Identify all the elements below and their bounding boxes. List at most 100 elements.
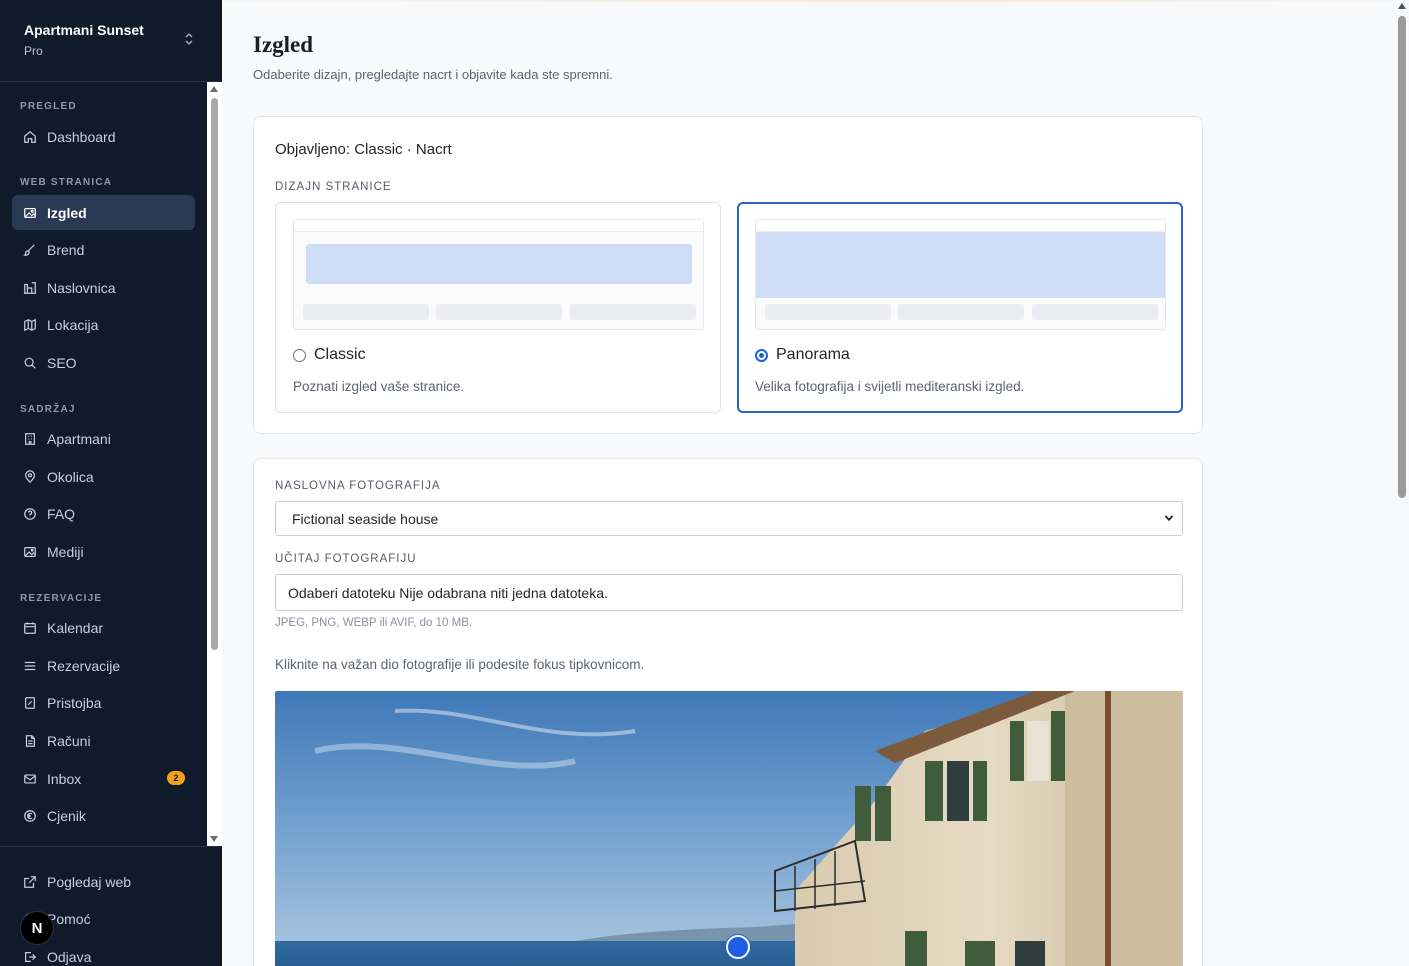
- preview-block: [570, 304, 696, 320]
- sidebar-item-label: Mediji: [47, 543, 84, 560]
- select-value: Fictional seaside house: [292, 511, 439, 527]
- home-icon: [22, 129, 37, 144]
- preview-block: [898, 304, 1024, 320]
- inbox-count-badge: 2: [167, 771, 185, 785]
- classic-radio-row[interactable]: Classic: [293, 346, 366, 364]
- page-scroll-thumb[interactable]: [1398, 16, 1406, 498]
- brand-name: Apartmani Sunset: [24, 22, 144, 38]
- sidebar-item-naslovnica[interactable]: Naslovnica: [12, 270, 195, 305]
- chevron-up-down-icon: [185, 33, 193, 45]
- help-circle-icon: [22, 506, 37, 521]
- sidebar-item-lokacija[interactable]: Lokacija: [12, 307, 195, 342]
- receipt-icon: [22, 695, 37, 710]
- design-label: DIZAJN STRANICE: [275, 181, 392, 193]
- sidebar-item-label: Naslovnica: [47, 279, 116, 296]
- preview-block: [303, 304, 429, 320]
- option-name: Panorama: [776, 346, 850, 363]
- sidebar-item-label: Brend: [47, 241, 85, 258]
- main-content: Izgled Odaberite dizajn, pregledajte nac…: [222, 0, 1395, 966]
- sidebar-item-label: Računi: [47, 732, 91, 749]
- section-title-overview: PREGLED: [20, 101, 77, 112]
- page-title: Izgled: [253, 32, 314, 57]
- sidebar-item-label: Apartmani: [47, 430, 111, 447]
- workspace-switcher[interactable]: Apartmani Sunset Pro: [0, 0, 222, 82]
- sidebar-item-pristojba[interactable]: Pristojba: [12, 685, 195, 720]
- classic-radio[interactable]: [293, 348, 306, 362]
- sidebar-item-inbox[interactable]: Inbox 2: [12, 761, 195, 796]
- option-description: Poznati izgled vaše stranice.: [293, 379, 465, 394]
- chevron-down-icon: [1164, 515, 1174, 522]
- sidebar-item-seo[interactable]: SEO: [12, 345, 195, 380]
- scroll-down-arrow-icon[interactable]: [210, 836, 218, 842]
- preview-block: [1032, 304, 1158, 320]
- sidebar-item-dashboard[interactable]: Dashboard: [12, 119, 195, 154]
- status-prefix: Objavljeno:: [275, 141, 351, 158]
- panorama-radio[interactable]: [755, 348, 768, 362]
- sidebar-footer: Pogledaj web Pomoć Odjava: [0, 846, 222, 966]
- sidebar-item-apartmani[interactable]: Apartmani: [12, 421, 195, 456]
- logout-icon: [22, 949, 37, 964]
- panorama-preview: [755, 219, 1166, 330]
- cover-photo-focus-picker[interactable]: [275, 691, 1183, 966]
- scroll-up-arrow-icon[interactable]: [210, 86, 218, 92]
- sidebar-item-izgled[interactable]: Izgled: [12, 195, 195, 230]
- section-title-reservations: REZERVACIJE: [20, 593, 103, 604]
- publish-status: Objavljeno: Classic · Nacrt: [275, 141, 452, 158]
- sidebar-item-kalendar[interactable]: Kalendar: [12, 610, 195, 645]
- option-description: Velika fotografija i svijetli mediterans…: [755, 379, 1025, 394]
- sidebar-item-label: Cjenik: [47, 807, 86, 824]
- sidebar-item-okolica[interactable]: Okolica: [12, 459, 195, 494]
- preview-block: [436, 304, 562, 320]
- sidebar-nav: PREGLED Dashboard WEB STRANICA Izgled Br…: [0, 82, 207, 846]
- building-icon: [22, 431, 37, 446]
- sidebar-scroll-thumb[interactable]: [211, 98, 218, 650]
- external-link-icon: [22, 874, 37, 889]
- sidebar-item-label: Inbox: [47, 770, 82, 787]
- sidebar-item-racuni[interactable]: Računi: [12, 723, 195, 758]
- calendar-icon: [22, 620, 37, 635]
- section-title-content: SADRŽAJ: [20, 404, 76, 415]
- view-website-link[interactable]: Pogledaj web: [12, 864, 195, 899]
- map-icon: [22, 317, 37, 332]
- list-icon: [22, 658, 37, 673]
- sidebar-item-brend[interactable]: Brend: [12, 232, 195, 267]
- currency-icon: [22, 808, 37, 823]
- file-icon: [22, 733, 37, 748]
- page-scrollbar[interactable]: [1395, 0, 1409, 966]
- sidebar-item-label: Okolica: [47, 468, 94, 485]
- avatar[interactable]: N: [20, 911, 54, 945]
- preview-block: [765, 304, 891, 320]
- preview-hero: [756, 232, 1165, 298]
- preview-header: [756, 220, 1165, 232]
- cover-photo-select[interactable]: Fictional seaside house: [275, 501, 1183, 536]
- sidebar: Apartmani Sunset Pro PREGLED Dashboard W…: [0, 0, 222, 966]
- sidebar-item-faq[interactable]: FAQ: [12, 496, 195, 531]
- sidebar-item-mediji[interactable]: Mediji: [12, 534, 195, 569]
- sidebar-item-label: Pogledaj web: [47, 873, 132, 890]
- file-upload-input[interactable]: Odaberi datoteku Nije odabrana niti jedn…: [275, 574, 1183, 611]
- page-subtitle: Odaberite dizajn, pregledajte nacrt i ob…: [253, 67, 613, 82]
- sidebar-item-label: SEO: [47, 354, 77, 371]
- sidebar-item-label: Kalendar: [47, 619, 104, 636]
- design-card: Objavljeno: Classic · Nacrt DIZAJN STRAN…: [253, 116, 1203, 434]
- image-icon: [22, 544, 37, 559]
- scroll-up-arrow-icon[interactable]: [1398, 3, 1406, 9]
- status-value: Classic · Nacrt: [354, 141, 452, 158]
- search-icon: [22, 355, 37, 370]
- focus-instruction: Kliknite na važan dio fotografije ili po…: [275, 657, 645, 672]
- sidebar-item-rezervacije[interactable]: Rezervacije: [12, 648, 195, 683]
- sidebar-item-cjenik[interactable]: Cjenik: [12, 798, 195, 833]
- sidebar-scrollbar[interactable]: [207, 82, 222, 846]
- plan-label: Pro: [24, 44, 43, 58]
- design-option-classic[interactable]: Classic Poznati izgled vaše stranice.: [275, 202, 721, 413]
- design-option-panorama[interactable]: Panorama Velika fotografija i svijetli m…: [737, 202, 1183, 413]
- classic-preview: [293, 219, 704, 330]
- upload-hint: JPEG, PNG, WEBP ili AVIF, do 10 MB.: [275, 617, 473, 629]
- panorama-radio-row[interactable]: Panorama: [755, 346, 850, 364]
- photo-card: NASLOVNA FOTOGRAFIJA Fictional seaside h…: [253, 458, 1203, 966]
- preview-header: [294, 220, 703, 232]
- focus-point-handle[interactable]: [726, 935, 750, 959]
- preview-hero: [306, 244, 692, 284]
- sidebar-item-label: Dashboard: [47, 128, 116, 145]
- option-name: Classic: [314, 346, 366, 363]
